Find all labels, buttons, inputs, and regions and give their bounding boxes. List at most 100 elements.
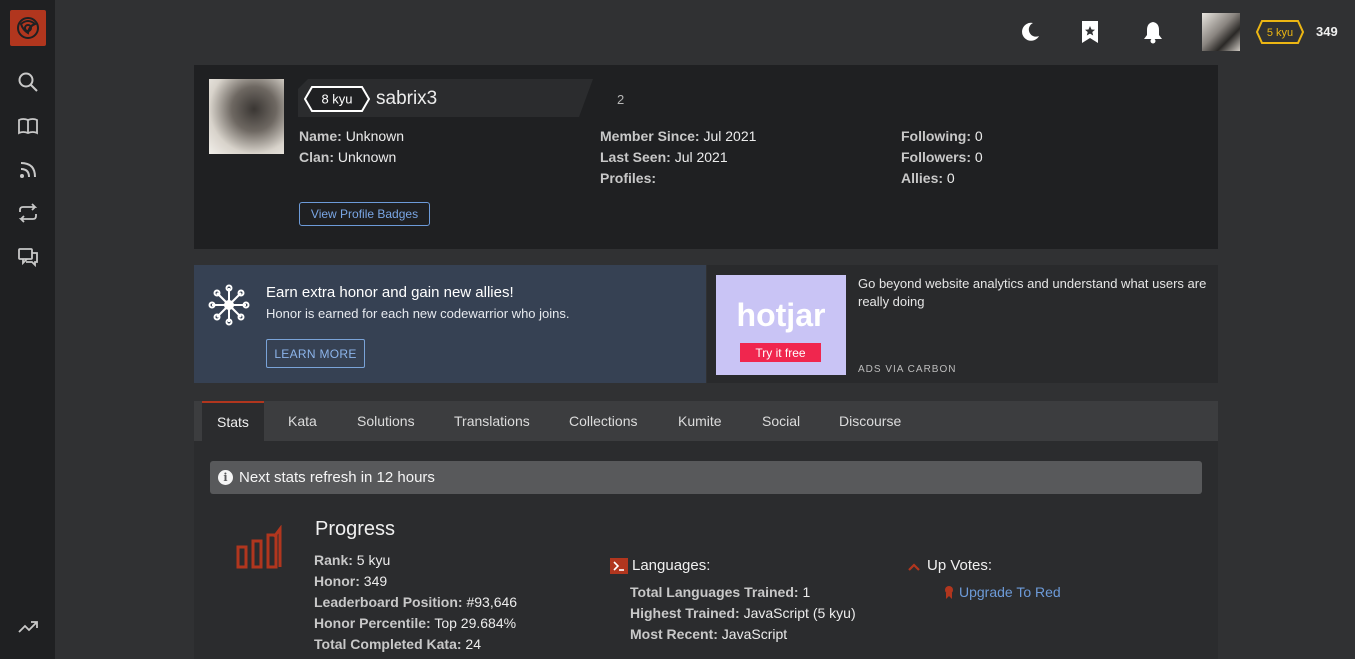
stat-row: Total Languages Trained: 1 [630, 582, 856, 603]
tab-discourse[interactable]: Discourse [839, 401, 901, 441]
info-row: Member Since: Jul 2021 [600, 126, 756, 147]
info-row: Profiles: [600, 168, 756, 189]
stat-row: Honor Percentile: Top 29.684% [314, 613, 517, 634]
upvotes-title: Up Votes: [927, 557, 993, 574]
tab-collections[interactable]: Collections [569, 401, 637, 441]
notifications-bell-icon[interactable] [1137, 16, 1169, 48]
view-profile-badges-button[interactable]: View Profile Badges [299, 202, 430, 226]
referral-banner: Earn extra honor and gain new allies! Ho… [194, 265, 706, 383]
stats-refresh-notice: i Next stats refresh in 12 hours [210, 461, 1202, 494]
user-honor: 349 [1316, 24, 1338, 39]
stat-row: Rank: 5 kyu [314, 550, 517, 571]
languages-title: Languages: [632, 557, 711, 574]
profile-info-column-1: Name: Unknown Clan: Unknown [299, 126, 404, 168]
repeat-icon[interactable] [14, 199, 42, 227]
tab-kata[interactable]: Kata [288, 401, 317, 441]
profile-username: sabrix3 [376, 88, 438, 109]
tab-stats[interactable]: Stats [202, 401, 264, 441]
info-icon: i [218, 470, 233, 485]
info-label: Name: [299, 128, 342, 144]
hotjar-logo: hotjar [736, 297, 826, 333]
ad-try-button[interactable]: Try it free [740, 343, 821, 362]
info-label: Following: [901, 128, 971, 144]
progress-title: Progress [315, 518, 396, 540]
search-icon[interactable] [14, 68, 42, 96]
stat-value: JavaScript [721, 626, 788, 642]
tab-solutions[interactable]: Solutions [357, 401, 415, 441]
info-row: Followers: 0 [901, 147, 983, 168]
notice-text: Next stats refresh in 12 hours [239, 469, 435, 486]
ad-image[interactable]: hotjar Try it free [716, 275, 846, 375]
profile-honor: 2 [617, 92, 625, 107]
info-value: Unknown [345, 128, 405, 144]
stat-value: 24 [465, 636, 481, 652]
info-value: 0 [974, 149, 983, 165]
ribbon-icon [944, 585, 954, 599]
stat-row: Leaderboard Position: #93,646 [314, 592, 517, 613]
chevron-up-icon [907, 560, 921, 572]
stat-value: #93,646 [466, 594, 518, 610]
profile-rank-badge: 8 kyu [303, 86, 371, 117]
trending-up-icon[interactable] [14, 613, 42, 641]
stat-value: 349 [363, 573, 388, 589]
ads-via-carbon-link[interactable]: ADS VIA CARBON [858, 364, 956, 375]
carbon-ad: hotjar Try it free Go beyond website ana… [707, 265, 1218, 383]
profile-info-column-3: Following: 0 Followers: 0 Allies: 0 [901, 126, 983, 189]
info-value: 0 [946, 170, 955, 186]
info-label: Followers: [901, 149, 972, 165]
bookmark-star-icon[interactable] [1074, 16, 1106, 48]
codewars-logo-icon[interactable] [10, 10, 46, 46]
stat-row: Total Completed Kata: 24 [314, 634, 517, 655]
info-label: Clan: [299, 149, 334, 165]
info-label: Allies: [901, 170, 944, 186]
info-value: Jul 2021 [674, 149, 728, 165]
stat-row: Most Recent: JavaScript [630, 624, 856, 645]
stat-label: Total Languages Trained: [630, 584, 799, 600]
upgrade-to-red-link[interactable]: Upgrade To Red [944, 584, 1061, 600]
user-rank-text: 5 kyu [1267, 27, 1293, 39]
stat-value: Top 29.684% [434, 615, 517, 631]
stat-label: Most Recent: [630, 626, 718, 642]
stat-row: Highest Trained: JavaScript (5 kyu) [630, 603, 856, 624]
user-rank-badge[interactable]: 5 kyu [1255, 20, 1305, 49]
info-row: Name: Unknown [299, 126, 404, 147]
stat-value: JavaScript (5 kyu) [743, 605, 856, 621]
network-icon [208, 284, 250, 331]
info-value: Jul 2021 [703, 128, 757, 144]
upvotes-heading: Up Votes: [907, 557, 992, 574]
stat-label: Honor: [314, 573, 360, 589]
progress-chart-icon [236, 524, 290, 576]
chat-icon[interactable] [14, 243, 42, 271]
book-icon[interactable] [14, 112, 42, 140]
info-label: Profiles: [600, 170, 657, 186]
profile-tabs: Stats Kata Solutions Translations Collec… [194, 401, 1218, 441]
ad-text[interactable]: Go beyond website analytics and understa… [858, 275, 1208, 311]
referral-title: Earn extra honor and gain new allies! [266, 284, 514, 301]
stats-panel: i Next stats refresh in 12 hours Progres… [194, 441, 1218, 659]
info-row: Following: 0 [901, 126, 983, 147]
info-label: Member Since: [600, 128, 700, 144]
info-row: Allies: 0 [901, 168, 983, 189]
progress-stats: Rank: 5 kyu Honor: 349 Leaderboard Posit… [314, 550, 517, 655]
profile-avatar [209, 79, 284, 154]
stat-row: Honor: 349 [314, 571, 517, 592]
stat-label: Leaderboard Position: [314, 594, 463, 610]
languages-heading: Languages: [610, 557, 710, 574]
tab-kumite[interactable]: Kumite [678, 401, 722, 441]
info-value: 0 [974, 128, 983, 144]
stat-label: Rank: [314, 552, 353, 568]
tab-translations[interactable]: Translations [454, 401, 530, 441]
languages-stats: Total Languages Trained: 1 Highest Train… [630, 582, 856, 645]
user-avatar[interactable] [1202, 13, 1240, 51]
rss-feed-icon[interactable] [14, 156, 42, 184]
info-row: Last Seen: Jul 2021 [600, 147, 756, 168]
info-label: Last Seen: [600, 149, 671, 165]
stat-label: Highest Trained: [630, 605, 740, 621]
stat-label: Total Completed Kata: [314, 636, 462, 652]
learn-more-button[interactable]: LEARN MORE [266, 339, 365, 368]
stat-label: Honor Percentile: [314, 615, 431, 631]
profile-info-column-2: Member Since: Jul 2021 Last Seen: Jul 20… [600, 126, 756, 189]
stat-value: 1 [802, 584, 811, 600]
dark-mode-moon-icon[interactable] [1014, 16, 1046, 48]
tab-social[interactable]: Social [762, 401, 800, 441]
